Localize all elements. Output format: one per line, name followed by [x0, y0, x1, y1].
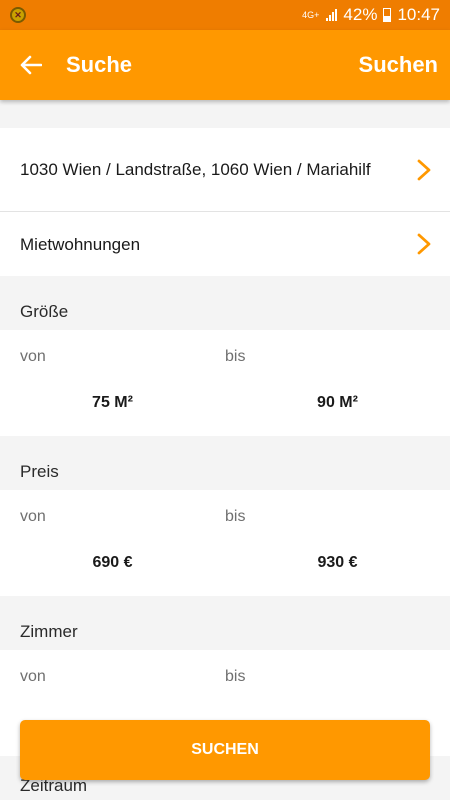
signal-icon — [326, 9, 338, 21]
price-range: von bis 690 € 930 € — [0, 490, 450, 596]
category-label: Mietwohnungen — [20, 234, 141, 254]
rooms-to-label: bis — [225, 668, 246, 685]
search-button[interactable]: SUCHEN — [20, 720, 430, 780]
price-to-value[interactable]: 930 € — [225, 554, 450, 572]
rooms-section-title: Zimmer — [20, 622, 78, 641]
price-to-label: bis — [225, 508, 246, 525]
size-range: von bis 75 M² 90 M² — [0, 330, 450, 436]
app-bar: Suche Suchen — [0, 30, 450, 100]
back-arrow-icon[interactable] — [18, 52, 44, 78]
battery-percent: 42% — [343, 5, 378, 24]
location-label: 1030 Wien / Landstraße, 1060 Wien / Mari… — [20, 160, 371, 179]
size-to-label: bis — [225, 348, 246, 365]
size-to-value[interactable]: 90 M² — [225, 394, 450, 412]
price-from-value[interactable]: 690 € — [0, 554, 225, 572]
size-from-label: von — [20, 348, 46, 365]
price-from-label: von — [20, 508, 46, 525]
location-selector[interactable]: 1030 Wien / Landstraße, 1060 Wien / Mari… — [0, 128, 450, 212]
rooms-from-label: von — [20, 668, 46, 685]
search-form: 1030 Wien / Landstraße, 1060 Wien / Mari… — [0, 100, 450, 800]
chevron-right-icon — [417, 159, 431, 180]
network-type: 4G+ — [302, 9, 320, 20]
status-bar: ✕ 4G+ 42% 10:47 — [0, 0, 450, 30]
clock: 10:47 — [397, 5, 440, 24]
size-from-value[interactable]: 75 M² — [0, 394, 225, 412]
category-selector[interactable]: Mietwohnungen — [0, 212, 450, 276]
price-section-title: Preis — [20, 462, 59, 481]
search-action-button[interactable]: Suchen — [359, 52, 438, 78]
page-title: Suche — [66, 52, 133, 77]
chevron-right-icon — [417, 233, 431, 255]
app-notification-icon: ✕ — [10, 7, 26, 23]
size-section-title: Größe — [20, 302, 69, 321]
battery-icon — [383, 8, 392, 22]
